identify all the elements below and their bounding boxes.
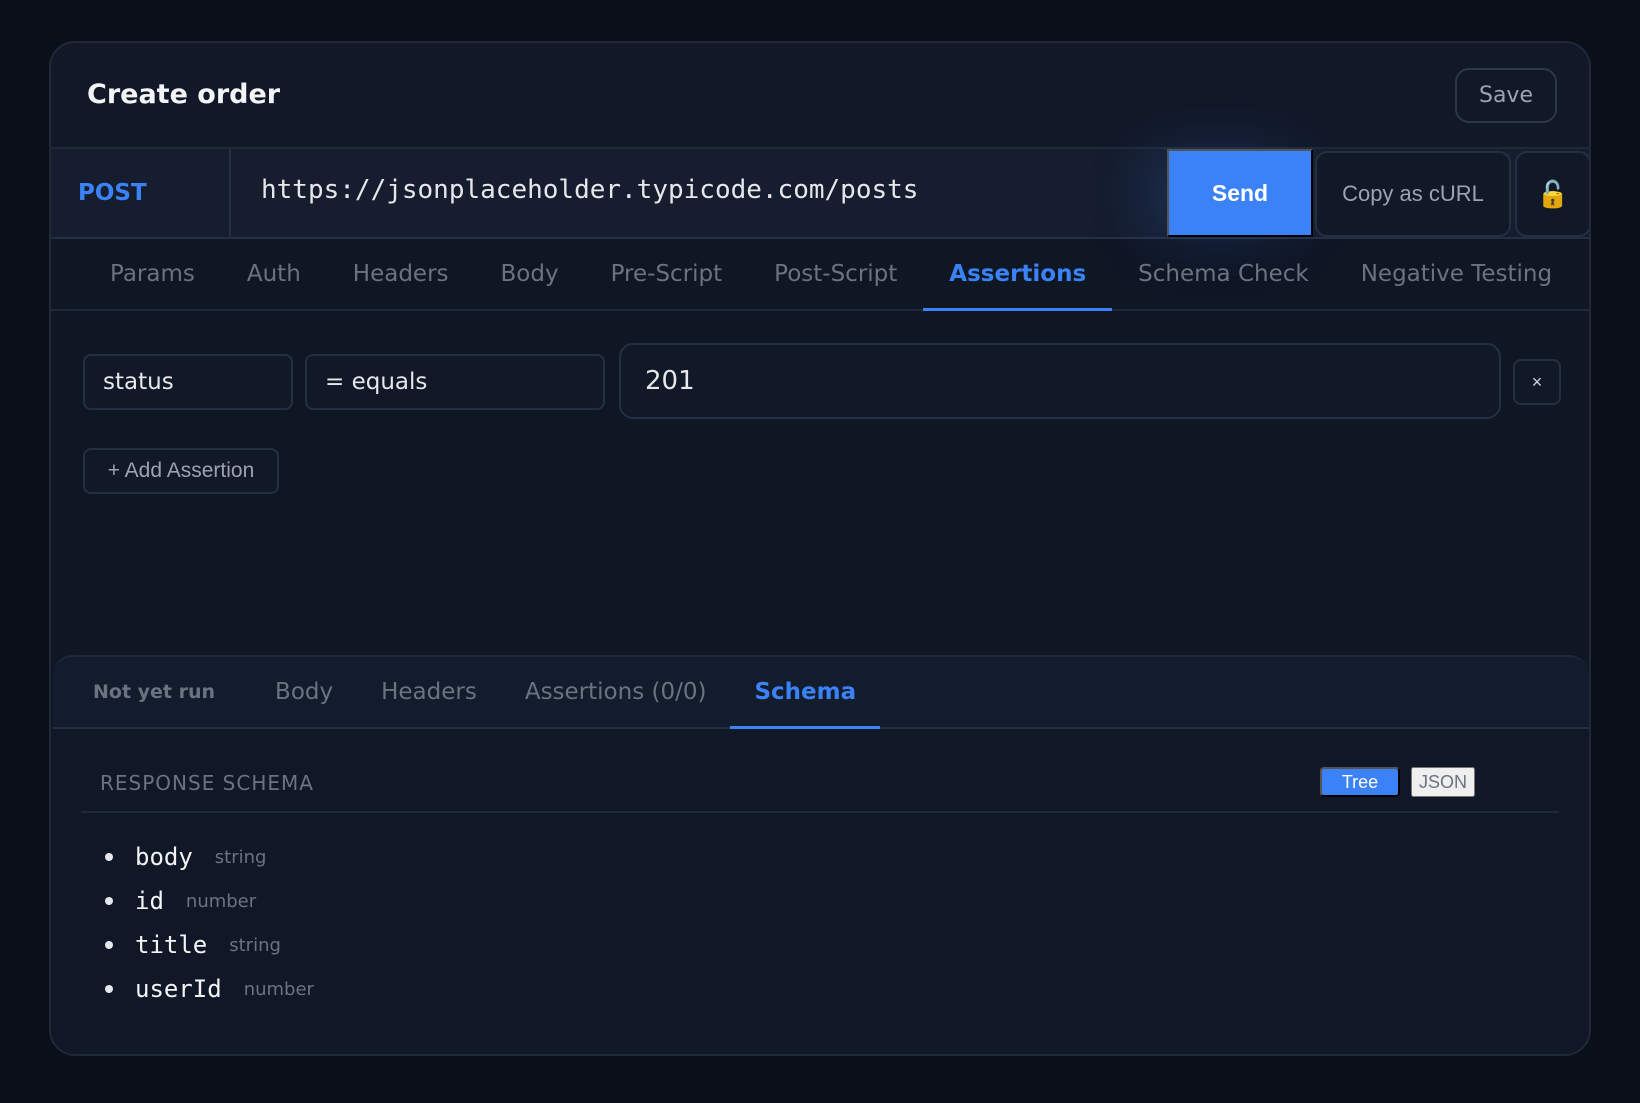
schema-node: body string [105, 835, 314, 879]
schema-tree: body string id number title string userI… [105, 835, 314, 1011]
bullet-icon [105, 941, 113, 949]
response-tab-assertions[interactable]: Assertions (0/0) [501, 657, 731, 727]
schema-key: body [135, 843, 193, 871]
method-select[interactable]: POST [51, 149, 231, 237]
request-header: Create order Save [51, 43, 1589, 149]
schema-type: string [229, 934, 281, 956]
schema-node: userId number [105, 967, 314, 1011]
assertion-value-input[interactable]: 201 [619, 343, 1501, 419]
request-tabs: Params Auth Headers Body Pre-Script Post… [51, 239, 1589, 311]
response-tab-schema[interactable]: Schema [730, 657, 880, 729]
url-bar: POST https://jsonplaceholder.typicode.co… [51, 149, 1589, 239]
schema-type: string [214, 846, 267, 868]
bullet-icon [105, 853, 113, 861]
save-button[interactable]: Save [1455, 68, 1557, 123]
response-tab-headers[interactable]: Headers [357, 657, 501, 727]
assertion-operator-select[interactable]: = equals [305, 354, 605, 410]
response-tab-body[interactable]: Body [251, 657, 357, 727]
schema-title: RESPONSE SCHEMA [100, 771, 314, 795]
view-json-toggle[interactable]: JSON [1411, 767, 1475, 797]
schema-key: userId [135, 975, 222, 1003]
response-tabs: Not yet run Body Headers Assertions (0/0… [53, 657, 1589, 729]
schema-key: title [135, 931, 208, 959]
schema-type: number [243, 978, 314, 1000]
copy-curl-button[interactable]: Copy as cURL [1315, 151, 1511, 237]
tab-assertions[interactable]: Assertions [923, 239, 1113, 311]
lock-icon[interactable]: 🔓 [1515, 151, 1589, 237]
schema-node: title string [105, 923, 314, 967]
assertion-row: status = equals 201 × [83, 343, 1561, 421]
tab-headers[interactable]: Headers [327, 239, 475, 309]
schema-node: id number [105, 879, 314, 923]
tab-post-script[interactable]: Post-Script [748, 239, 923, 309]
response-panel: Not yet run Body Headers Assertions (0/0… [53, 655, 1589, 1054]
view-tree-toggle[interactable]: Tree [1320, 767, 1400, 797]
tab-auth[interactable]: Auth [221, 239, 327, 309]
send-button[interactable]: Send [1167, 149, 1313, 237]
schema-key: id [135, 887, 164, 915]
bullet-icon [105, 897, 113, 905]
add-assertion-button[interactable]: + Add Assertion [83, 448, 279, 494]
assertion-field-select[interactable]: status [83, 354, 293, 410]
request-panel: Create order Save POST https://jsonplace… [49, 41, 1591, 1056]
tab-schema-check[interactable]: Schema Check [1112, 239, 1335, 309]
schema-header: RESPONSE SCHEMA Tree JSON [81, 767, 1559, 813]
bullet-icon [105, 985, 113, 993]
remove-assertion-button[interactable]: × [1513, 359, 1561, 405]
schema-type: number [185, 890, 257, 912]
response-status: Not yet run [93, 681, 216, 703]
tab-negative-testing[interactable]: Negative Testing [1335, 239, 1578, 309]
tab-pre-script[interactable]: Pre-Script [585, 239, 749, 309]
tab-params[interactable]: Params [84, 239, 221, 309]
request-title: Create order [87, 79, 281, 110]
tab-body[interactable]: Body [475, 239, 585, 309]
url-input[interactable]: https://jsonplaceholder.typicode.com/pos… [261, 175, 918, 205]
